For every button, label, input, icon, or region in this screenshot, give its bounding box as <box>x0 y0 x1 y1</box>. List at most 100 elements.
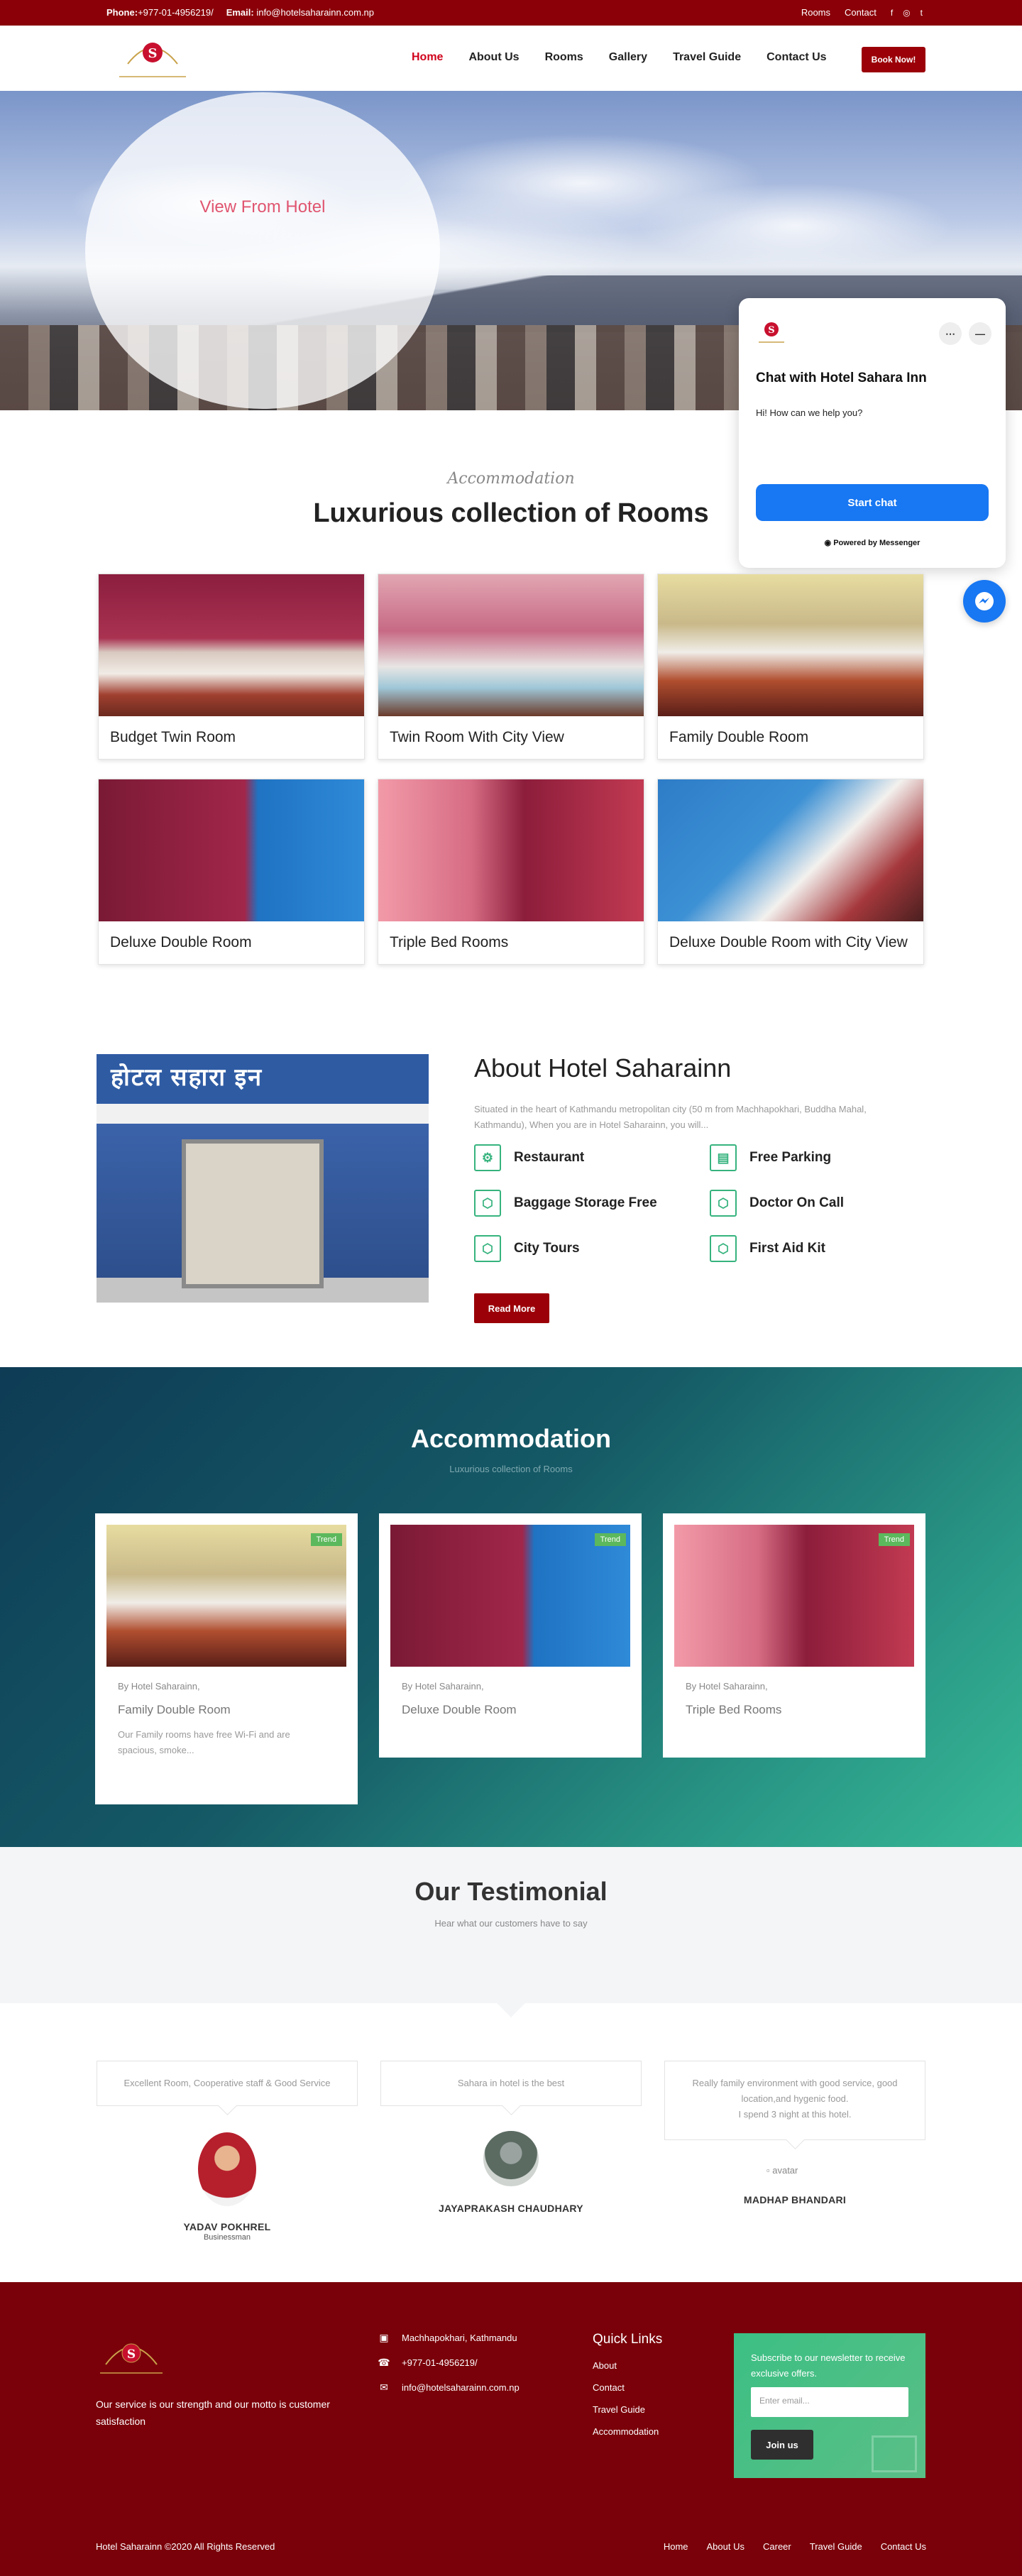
quick-link-travel-guide[interactable]: Travel Guide <box>593 2404 662 2415</box>
about-title: About Hotel Saharainn <box>474 1053 732 1083</box>
room-image <box>99 779 364 921</box>
nav-gallery[interactable]: Gallery <box>609 51 647 64</box>
join-us-button[interactable]: Join us <box>751 2430 813 2460</box>
room-title: Deluxe Double Room <box>110 934 252 950</box>
svg-text:S: S <box>768 325 774 336</box>
copyright: Hotel Saharainn ©2020 All Rights Reserve… <box>96 2541 275 2552</box>
minimize-icon[interactable]: — <box>969 322 991 345</box>
footer-about: Our service is our strength and our mott… <box>96 2399 330 2427</box>
room-card[interactable]: Deluxe Double Room <box>98 779 365 965</box>
card-title[interactable]: Deluxe Double Room <box>402 1703 630 1717</box>
card-description: Our Family rooms have free Wi-Fi and are… <box>118 1729 290 1755</box>
chat-title: Chat with Hotel Sahara Inn <box>756 371 927 385</box>
card-image: Trend <box>390 1525 630 1667</box>
hero-title: View From Hotel <box>199 197 326 217</box>
quick-link-accommodation[interactable]: Accommodation <box>593 2426 662 2437</box>
room-title: Deluxe Double Room with City View <box>669 934 908 950</box>
quick-link-about[interactable]: About <box>593 2360 662 2371</box>
room-card[interactable]: Triple Bed Rooms <box>378 779 644 965</box>
nav-contact-us[interactable]: Contact Us <box>766 51 826 64</box>
map-icon: ▣ <box>379 2332 389 2343</box>
topbar-link-rooms[interactable]: Rooms <box>801 7 830 18</box>
footer-logo[interactable]: S <box>96 2333 167 2380</box>
read-more-button[interactable]: Read More <box>474 1293 549 1323</box>
room-card[interactable]: Budget Twin Room <box>98 574 365 760</box>
footer-link-contact-us[interactable]: Contact Us <box>881 2541 926 2552</box>
nav-rooms[interactable]: Rooms <box>545 51 583 64</box>
messenger-small-icon: ◉ <box>824 539 834 547</box>
room-card[interactable]: Family Double Room <box>657 574 924 760</box>
trend-badge: Trend <box>310 1533 342 1546</box>
rooms-eyebrow: Accommodation <box>447 470 575 488</box>
phone-number[interactable]: +977-01-4956219/ <box>138 7 214 18</box>
quick-link-contact[interactable]: Contact <box>593 2382 662 2393</box>
accommodation-card[interactable]: Trend By Hotel Saharainn, Triple Bed Roo… <box>663 1513 925 1758</box>
footer-phone[interactable]: +977-01-4956219/ <box>402 2357 478 2368</box>
room-title: Budget Twin Room <box>110 729 236 745</box>
hero-overlay-circle <box>85 92 440 409</box>
amenity-baggage-storage: ⬡ Baggage Storage Free <box>474 1190 657 1217</box>
testimonial-role: Businessman <box>203 2233 251 2242</box>
more-options-icon[interactable]: ⋯ <box>939 322 962 345</box>
footer-link-travel-guide[interactable]: Travel Guide <box>810 2541 862 2552</box>
card-title[interactable]: Triple Bed Rooms <box>686 1703 914 1717</box>
hotel-front-photo: होटल सहारा इन <box>97 1054 429 1303</box>
room-image <box>658 779 923 921</box>
newsletter-email-input[interactable]: Enter email... <box>751 2387 908 2417</box>
accommodation-subtitle: Luxurious collection of Rooms <box>449 1464 573 1474</box>
accommodation-card[interactable]: Trend By Hotel Saharainn, Family Double … <box>95 1513 358 1804</box>
hotel-logo[interactable]: S <box>114 35 192 81</box>
topbar-link-contact[interactable]: Contact <box>845 7 877 18</box>
room-title: Twin Room With City View <box>390 729 564 745</box>
newsletter-text: Subscribe to our newsletter to receive e… <box>751 2352 906 2379</box>
card-author: By Hotel Saharainn, <box>686 1681 768 1692</box>
nav-home[interactable]: Home <box>412 51 443 64</box>
restaurant-icon: ⚙ <box>474 1144 501 1171</box>
chat-hotel-logo: S <box>759 322 784 343</box>
footer-email[interactable]: info@hotelsaharainn.com.np <box>402 2382 520 2393</box>
box-icon: ⬡ <box>710 1235 737 1262</box>
instagram-icon[interactable]: ◎ <box>903 8 910 18</box>
rooms-title: Luxurious collection of Rooms <box>313 498 709 528</box>
testimonial-quote: Sahara in hotel is the best <box>380 2061 642 2106</box>
avatar <box>483 2131 539 2186</box>
book-now-button[interactable]: Book Now! <box>862 47 925 72</box>
card-title[interactable]: Family Double Room <box>118 1703 346 1717</box>
footer-bottom-nav: Home About Us Career Travel Guide Contac… <box>664 2541 926 2552</box>
quick-links-title: Quick Links <box>593 2332 663 2347</box>
quick-links: Quick Links About Contact Travel Guide A… <box>593 2332 662 2448</box>
testimonial-quote: Really family environment with good serv… <box>664 2061 925 2140</box>
card-author: By Hotel Saharainn, <box>118 1681 200 1692</box>
twitter-icon[interactable]: t <box>921 8 923 18</box>
trend-badge: Trend <box>594 1533 626 1546</box>
nav-about-us[interactable]: About Us <box>468 51 519 64</box>
email-info: Email: info@hotelsaharainn.com.np <box>226 7 375 18</box>
phone-info: Phone:+977-01-4956219/ <box>106 7 214 18</box>
broken-image-icon: ▫ <box>766 2165 773 2176</box>
room-card[interactable]: Deluxe Double Room with City View <box>657 779 924 965</box>
card-author: By Hotel Saharainn, <box>402 1681 484 1692</box>
messenger-fab-button[interactable] <box>963 580 1006 623</box>
parking-icon: ▤ <box>710 1144 737 1171</box>
powered-by-messenger: ◉ Powered by Messenger <box>824 539 921 547</box>
top-bar: Phone:+977-01-4956219/ Email: info@hotel… <box>0 0 1022 26</box>
footer-link-about-us[interactable]: About Us <box>707 2541 744 2552</box>
footer-link-home[interactable]: Home <box>664 2541 688 2552</box>
amenity-restaurant: ⚙ Restaurant <box>474 1144 584 1171</box>
room-card[interactable]: Twin Room With City View <box>378 574 644 760</box>
hotel-door <box>182 1139 324 1288</box>
footer-link-career[interactable]: Career <box>763 2541 791 2552</box>
facebook-icon[interactable]: f <box>891 8 893 18</box>
trend-badge: Trend <box>878 1533 910 1546</box>
room-image <box>378 779 644 921</box>
email-address[interactable]: info@hotelsaharainn.com.np <box>256 7 374 18</box>
footer-address: Machhapokhari, Kathmandu <box>402 2333 517 2343</box>
footer-contact: ▣ Machhapokhari, Kathmandu ☎ +977-01-49562… <box>378 2332 520 2406</box>
newsletter-box: Subscribe to our newsletter to receive e… <box>734 2333 925 2478</box>
accommodation-card[interactable]: Trend By Hotel Saharainn, Deluxe Double … <box>379 1513 642 1758</box>
site-footer: S Our service is our strength and our mo… <box>0 2282 1022 2576</box>
amenity-free-parking: ▤ Free Parking <box>710 1144 831 1171</box>
nav-travel-guide[interactable]: Travel Guide <box>673 51 741 64</box>
svg-text:S: S <box>148 46 158 61</box>
testimonial-quote: Excellent Room, Cooperative staff & Good… <box>97 2061 358 2106</box>
